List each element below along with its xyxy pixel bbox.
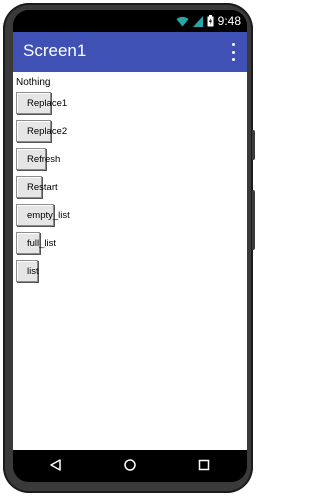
status-label: Nothing (16, 77, 51, 88)
overflow-menu-icon[interactable] (227, 43, 239, 61)
screen-content: Nothing Replace1 Replace2 Refresh Restar… (13, 72, 247, 450)
signal-icon (192, 15, 203, 27)
app-bar: Screen1 (13, 32, 247, 72)
refresh-button[interactable]: Refresh (16, 148, 60, 170)
button-list: Replace1 Replace2 Refresh Restart empty_… (16, 92, 70, 288)
status-icons: 9:48 (176, 14, 241, 28)
navigation-bar (13, 450, 247, 482)
battery-icon (207, 15, 214, 27)
app-title: Screen1 (23, 41, 87, 60)
power-button (252, 130, 255, 160)
home-icon[interactable] (123, 458, 137, 477)
replace1-button[interactable]: Replace1 (16, 92, 67, 114)
phone-screen: 9:48 Screen1 Nothing Replace1 Replace2 R… (13, 10, 247, 482)
status-bar: 9:48 (13, 10, 247, 32)
restart-button[interactable]: Restart (16, 176, 58, 198)
status-time: 9:48 (217, 14, 241, 28)
empty-list-button[interactable]: empty_list (16, 204, 70, 226)
recents-icon[interactable] (197, 458, 211, 477)
wifi-icon (176, 16, 189, 27)
volume-button (252, 190, 255, 250)
list-button[interactable]: list (16, 260, 39, 282)
replace2-button[interactable]: Replace2 (16, 120, 67, 142)
full-list-button[interactable]: full_list (16, 232, 56, 254)
back-icon[interactable] (49, 458, 63, 477)
